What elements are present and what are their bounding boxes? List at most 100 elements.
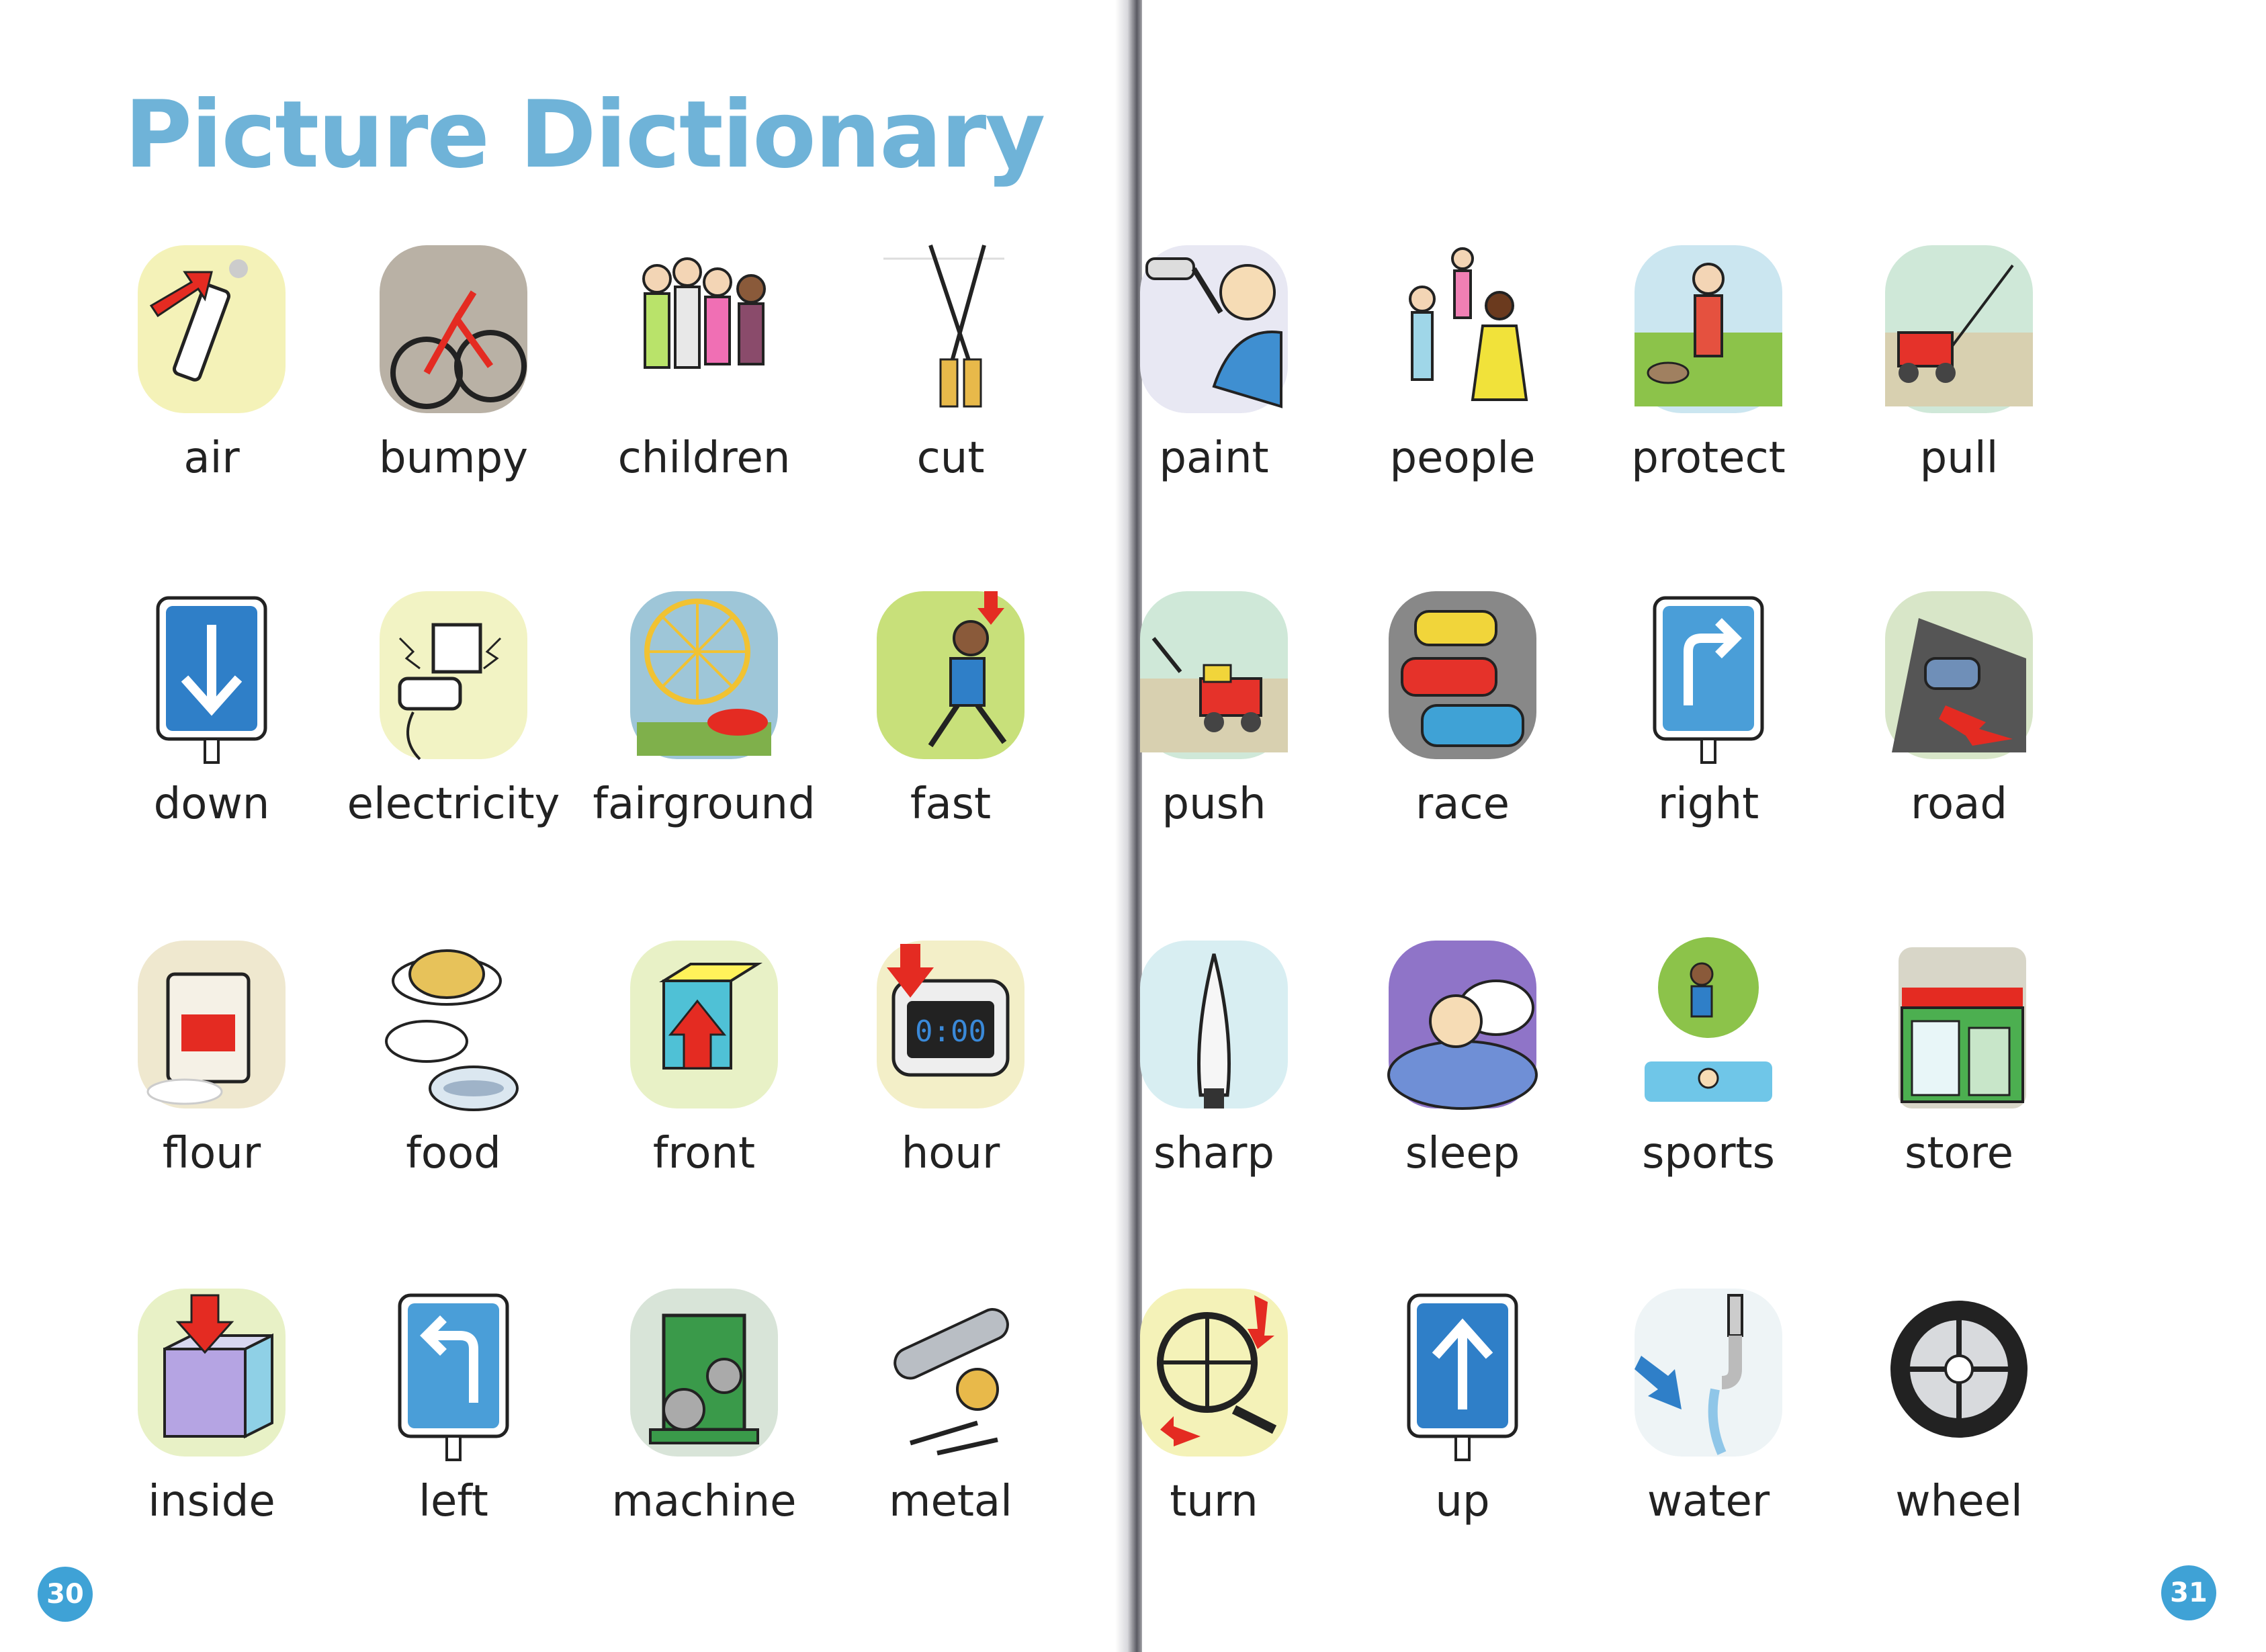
page-number-left: 30 bbox=[38, 1567, 93, 1622]
entry-word: wheel bbox=[1895, 1477, 2023, 1526]
children-icon bbox=[623, 232, 785, 427]
dictionary-entry-people: people bbox=[1342, 232, 1583, 554]
left-page: Picture Dictionary air bumpy children cut do… bbox=[0, 0, 1126, 1652]
dictionary-entry-cut: cut bbox=[830, 232, 1072, 554]
entry-word: fairground bbox=[593, 779, 816, 829]
dictionary-entry-flour: flour bbox=[91, 927, 333, 1250]
dictionary-entry-water: water bbox=[1587, 1275, 1829, 1598]
down-arrow-sign-icon bbox=[131, 578, 292, 773]
sleep-icon bbox=[1382, 927, 1543, 1122]
page-title: Picture Dictionary bbox=[124, 81, 1045, 189]
dictionary-entry-air: air bbox=[91, 232, 333, 554]
entry-word: people bbox=[1389, 433, 1536, 483]
dictionary-entry-push: push bbox=[1093, 578, 1335, 900]
paint-roller-icon bbox=[1133, 232, 1295, 427]
flour-bag-icon bbox=[131, 927, 292, 1122]
dictionary-entry-bumpy: bumpy bbox=[333, 232, 574, 554]
electricity-icon bbox=[373, 578, 534, 773]
dictionary-entry-electricity: electricity bbox=[333, 578, 574, 900]
running-icon bbox=[870, 578, 1031, 773]
people-icon bbox=[1382, 232, 1543, 427]
dictionary-entry-fast: fast bbox=[830, 578, 1072, 900]
entry-word: electricity bbox=[347, 779, 560, 829]
page-number-right: 31 bbox=[2161, 1565, 2216, 1620]
dictionary-entry-metal: metal bbox=[830, 1275, 1072, 1598]
dictionary-entry-road: road bbox=[1838, 578, 2080, 900]
dictionary-entry-turn: turn bbox=[1093, 1275, 1335, 1598]
dictionary-entry-protect: protect bbox=[1587, 232, 1829, 554]
entry-word: pull bbox=[1919, 433, 1999, 483]
road-icon bbox=[1878, 578, 2040, 773]
dictionary-entry-children: children bbox=[583, 232, 825, 554]
dictionary-entry-sharp: sharp bbox=[1093, 927, 1335, 1250]
entry-word: machine bbox=[611, 1477, 797, 1526]
dictionary-entry-paint: paint bbox=[1093, 232, 1335, 554]
entry-word: road bbox=[1911, 779, 2007, 829]
entry-word: bumpy bbox=[378, 433, 529, 483]
dictionary-entry-food: food bbox=[333, 927, 574, 1250]
sports-icon bbox=[1628, 927, 1789, 1122]
entry-word: food bbox=[406, 1129, 501, 1178]
up-arrow-sign-icon bbox=[1382, 1275, 1543, 1470]
right-page: paint people protect pull push race right road s… bbox=[1140, 0, 2266, 1652]
entry-word: cut bbox=[916, 433, 985, 483]
entry-word: children bbox=[617, 433, 791, 483]
inside-box-icon bbox=[131, 1275, 292, 1470]
machine-icon bbox=[623, 1275, 785, 1470]
entry-word: turn bbox=[1170, 1477, 1258, 1526]
entry-word: right bbox=[1657, 779, 1759, 829]
dictionary-entry-down: down bbox=[91, 578, 333, 900]
entry-word: push bbox=[1162, 779, 1266, 829]
scissors-icon bbox=[870, 232, 1031, 427]
protect-icon bbox=[1628, 232, 1789, 427]
pull-toy-icon bbox=[1878, 232, 2040, 427]
dictionary-entry-front: front bbox=[583, 927, 825, 1250]
fairground-icon bbox=[623, 578, 785, 773]
entry-word: hour bbox=[901, 1129, 1000, 1178]
entry-word: paint bbox=[1159, 433, 1269, 483]
svg-text:0:00: 0:00 bbox=[915, 1014, 986, 1049]
bumpy-bike-icon bbox=[373, 232, 534, 427]
entry-word: fast bbox=[910, 779, 992, 829]
dictionary-entry-pull: pull bbox=[1838, 232, 2080, 554]
dictionary-entry-hour: 0:00 hour bbox=[830, 927, 1072, 1250]
store-icon bbox=[1878, 927, 2040, 1122]
entry-word: left bbox=[419, 1477, 488, 1526]
entry-word: down bbox=[153, 779, 270, 829]
entry-word: flour bbox=[162, 1129, 261, 1178]
wheel-icon bbox=[1878, 1275, 2040, 1470]
entry-word: sleep bbox=[1405, 1129, 1520, 1178]
entry-word: water bbox=[1647, 1477, 1770, 1526]
entry-word: inside bbox=[148, 1477, 275, 1526]
dictionary-entry-right: right bbox=[1587, 578, 1829, 900]
dictionary-entry-sleep: sleep bbox=[1342, 927, 1583, 1250]
dictionary-entry-store: store bbox=[1838, 927, 2080, 1250]
entry-word: front bbox=[652, 1129, 756, 1178]
entry-word: air bbox=[183, 433, 240, 483]
dictionary-entry-sports: sports bbox=[1587, 927, 1829, 1250]
dictionary-entry-fairground: fairground bbox=[583, 578, 825, 900]
entry-word: store bbox=[1905, 1129, 2013, 1178]
left-turn-sign-icon bbox=[373, 1275, 534, 1470]
entry-word: sharp bbox=[1153, 1129, 1275, 1178]
air-pump-icon bbox=[131, 232, 292, 427]
push-toy-icon bbox=[1133, 578, 1295, 773]
dictionary-entry-machine: machine bbox=[583, 1275, 825, 1598]
dictionary-entry-left: left bbox=[333, 1275, 574, 1598]
right-turn-sign-icon bbox=[1628, 578, 1789, 773]
alarm-clock-icon: 0:00 bbox=[870, 927, 1031, 1122]
dictionary-entry-race: race bbox=[1342, 578, 1583, 900]
entry-word: sports bbox=[1642, 1129, 1775, 1178]
valve-wheel-icon bbox=[1133, 1275, 1295, 1470]
entry-word: up bbox=[1435, 1477, 1490, 1526]
race-cars-icon bbox=[1382, 578, 1543, 773]
dictionary-entry-up: up bbox=[1342, 1275, 1583, 1598]
entry-word: race bbox=[1415, 779, 1510, 829]
metal-objects-icon bbox=[870, 1275, 1031, 1470]
water-tap-icon bbox=[1628, 1275, 1789, 1470]
dictionary-entry-wheel: wheel bbox=[1838, 1275, 2080, 1598]
dictionary-entry-inside: inside bbox=[91, 1275, 333, 1598]
entry-word: metal bbox=[889, 1477, 1012, 1526]
front-box-icon bbox=[623, 927, 785, 1122]
knife-icon bbox=[1133, 927, 1295, 1122]
